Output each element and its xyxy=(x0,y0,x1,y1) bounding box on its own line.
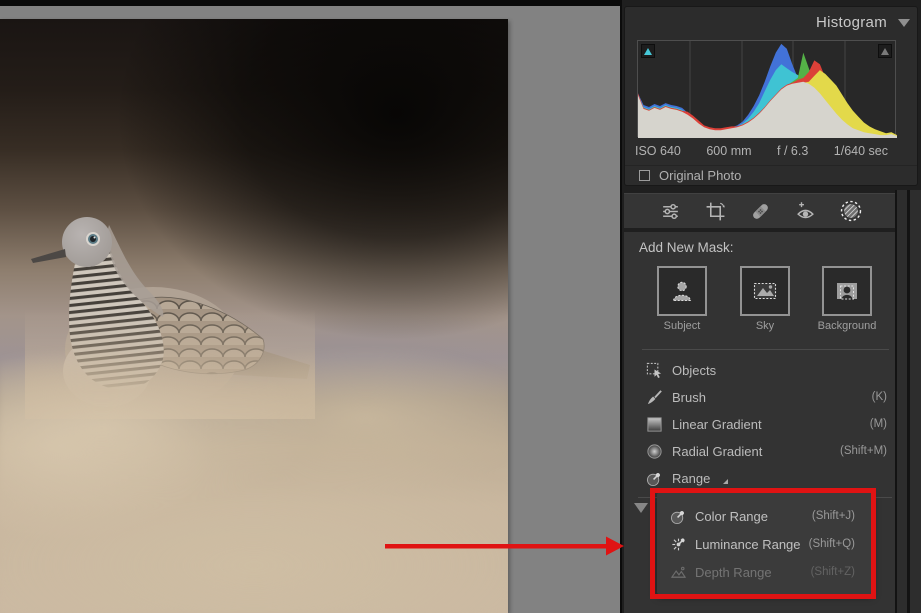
annotation-highlight-box xyxy=(650,488,876,599)
lightroom-develop-window: Histogram ISO 640 600 mm xyxy=(0,0,921,613)
